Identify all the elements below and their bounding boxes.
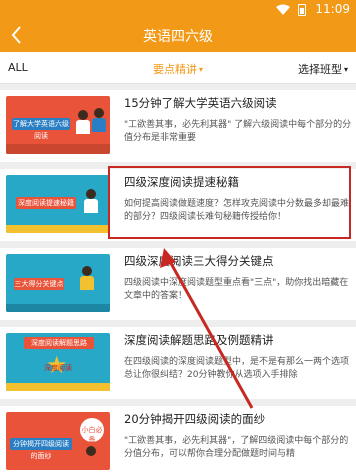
- annotation-arrow-icon: [160, 248, 254, 409]
